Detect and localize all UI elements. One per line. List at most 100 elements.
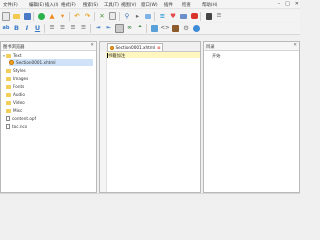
close-button[interactable]: ✕ [295,1,299,8]
xhtml-file-icon [110,45,114,50]
align-left-icon[interactable]: ☰ [48,24,57,33]
tab-section0001[interactable]: Section0001.xhtml ⊠ [107,43,164,51]
maximize-button[interactable]: □ [285,1,290,8]
menu-window[interactable]: 窗口(W) [141,2,158,8]
align-right-icon[interactable]: ☰ [69,24,78,33]
tree-folder-video[interactable]: Video [6,99,25,106]
tree-folder-fonts[interactable]: Fonts [6,83,24,90]
table-icon[interactable] [114,24,124,33]
outdent-icon[interactable]: ⇤ [104,24,113,33]
folder-icon [6,68,11,73]
justify-icon[interactable]: ☰ [79,24,88,33]
replace-icon[interactable]: ▸ [133,12,142,21]
save-icon[interactable] [23,12,32,21]
menu-format[interactable]: 格式(F) [61,2,76,8]
book-icon[interactable] [204,12,213,21]
tree-file-section0001[interactable]: Section0001.xhtml [9,59,93,66]
menu-file[interactable]: 文件(F) [3,2,18,8]
tree-item-label: Misc [13,108,23,113]
xhtml-file-icon [9,60,14,65]
toc-item-label: 开始 [212,52,221,58]
code-icon[interactable]: <> [160,24,169,33]
tag-icon[interactable]: ≡ [158,12,167,21]
folder-icon [6,76,11,81]
tree-folder-images[interactable]: Images [6,75,28,82]
tree-item-label: Audio [13,92,25,97]
puzzle-icon[interactable] [190,12,199,21]
file-icon [6,116,10,121]
editor-panel: Section0001.xhtml ⊠ 书籍加注 [99,41,201,193]
settings-icon[interactable]: ⚙ [182,24,191,33]
book-edit-icon[interactable] [171,24,180,33]
tree-item-label: Images [13,76,29,81]
toolbar-separator [93,11,95,21]
toc-header: 目录 ✕ [204,42,299,51]
toolbar-separator [200,11,201,21]
cut-icon[interactable]: ✕ [98,12,107,21]
toolbar-separator [68,11,70,21]
toc-title: 目录 [206,44,215,50]
folder-icon [6,108,11,113]
link-icon[interactable]: ∞ [125,24,134,33]
main-toolbar: ▲ ▾ ↶ ↷ ✕ ⚲ ▸ ≡ ♥ ☰ [0,10,300,22]
arrow-down-icon[interactable]: ▾ [58,12,67,21]
menu-view[interactable]: 视图(V) [121,2,136,8]
tree-folder-audio[interactable]: Audio [6,91,25,98]
open-folder-icon[interactable] [12,12,21,21]
menu-insert[interactable]: 插入(I) [45,2,59,8]
menu-bar: 文件(F) 编辑(E) 插入(I) 格式(F) 搜索(S) 工具(T) 视图(V… [0,0,300,9]
find-icon[interactable]: ⚲ [123,12,132,21]
quote-icon[interactable]: ❝ [136,24,145,33]
tree-item-label: Fonts [13,84,25,89]
underline-icon[interactable]: U [33,24,42,33]
redo-icon[interactable]: ↷ [83,12,92,21]
tree-folder-styles[interactable]: Styles [6,67,26,74]
new-book-icon[interactable] [2,11,11,21]
indent-icon[interactable]: ⇥ [94,24,103,33]
copy-icon[interactable] [108,12,117,21]
toc-item[interactable]: 开始 [212,52,220,59]
menu-help[interactable]: 帮助(H) [202,2,218,8]
tree-folder-misc[interactable]: Misc [6,107,22,114]
heart-icon[interactable]: ♥ [169,12,178,21]
spellcheck-icon[interactable]: ab [2,24,11,33]
arrow-up-icon[interactable]: ▲ [48,12,57,21]
close-icon[interactable]: ✕ [293,43,297,48]
editor-current-line[interactable]: 书籍加注 [106,52,200,59]
mail-icon[interactable] [179,12,188,21]
status-bar [0,193,300,200]
close-icon[interactable]: ✕ [90,43,94,48]
folder-icon [6,53,11,58]
toolbar-separator [43,24,45,33]
tree-file-toc-ncx[interactable]: toc.ncx [6,123,27,130]
italic-icon[interactable]: I [23,24,32,33]
line-number-gutter [100,51,107,192]
folder-icon [6,92,11,97]
help-icon[interactable] [192,24,201,33]
text-caret [107,52,108,58]
folder-icon [6,84,11,89]
toolbar-separator [146,24,147,33]
add-circle-icon[interactable] [37,12,46,21]
tree-folder-text[interactable]: ▾ Text [2,52,21,59]
align-center-icon[interactable]: ☰ [58,24,67,33]
menu-plugins[interactable]: 插件 [164,2,173,8]
split-icon[interactable] [144,12,153,21]
bold-icon[interactable]: B [12,24,21,33]
menu-check[interactable]: 检查 [182,2,191,8]
undo-icon[interactable]: ↶ [73,12,82,21]
book-browser-panel: 图书浏览器 ✕ ▾ Text Section0001.xhtml Styles … [0,41,97,193]
menu-search[interactable]: 搜索(S) [83,2,98,8]
editor-tab-strip: Section0001.xhtml ⊠ [100,42,200,52]
tree-item-label: Video [13,100,25,105]
format-toolbar: ab B I U ☰ ☰ ☰ ☰ ⇥ ⇤ ∞ ❝ <> ⚙ [0,23,300,35]
menu-tools[interactable]: 工具(T) [104,2,119,8]
image-icon[interactable] [150,24,159,33]
tab-close-icon[interactable]: ⊠ [157,45,160,50]
tree-item-label: Styles [13,68,26,73]
tree-item-label: content.opf [12,116,37,121]
tree-file-content-opf[interactable]: content.opf [6,115,36,122]
list-icon[interactable]: ☰ [215,12,224,21]
menu-edit[interactable]: 编辑(E) [29,2,44,8]
minimize-button[interactable]: – [278,1,281,8]
